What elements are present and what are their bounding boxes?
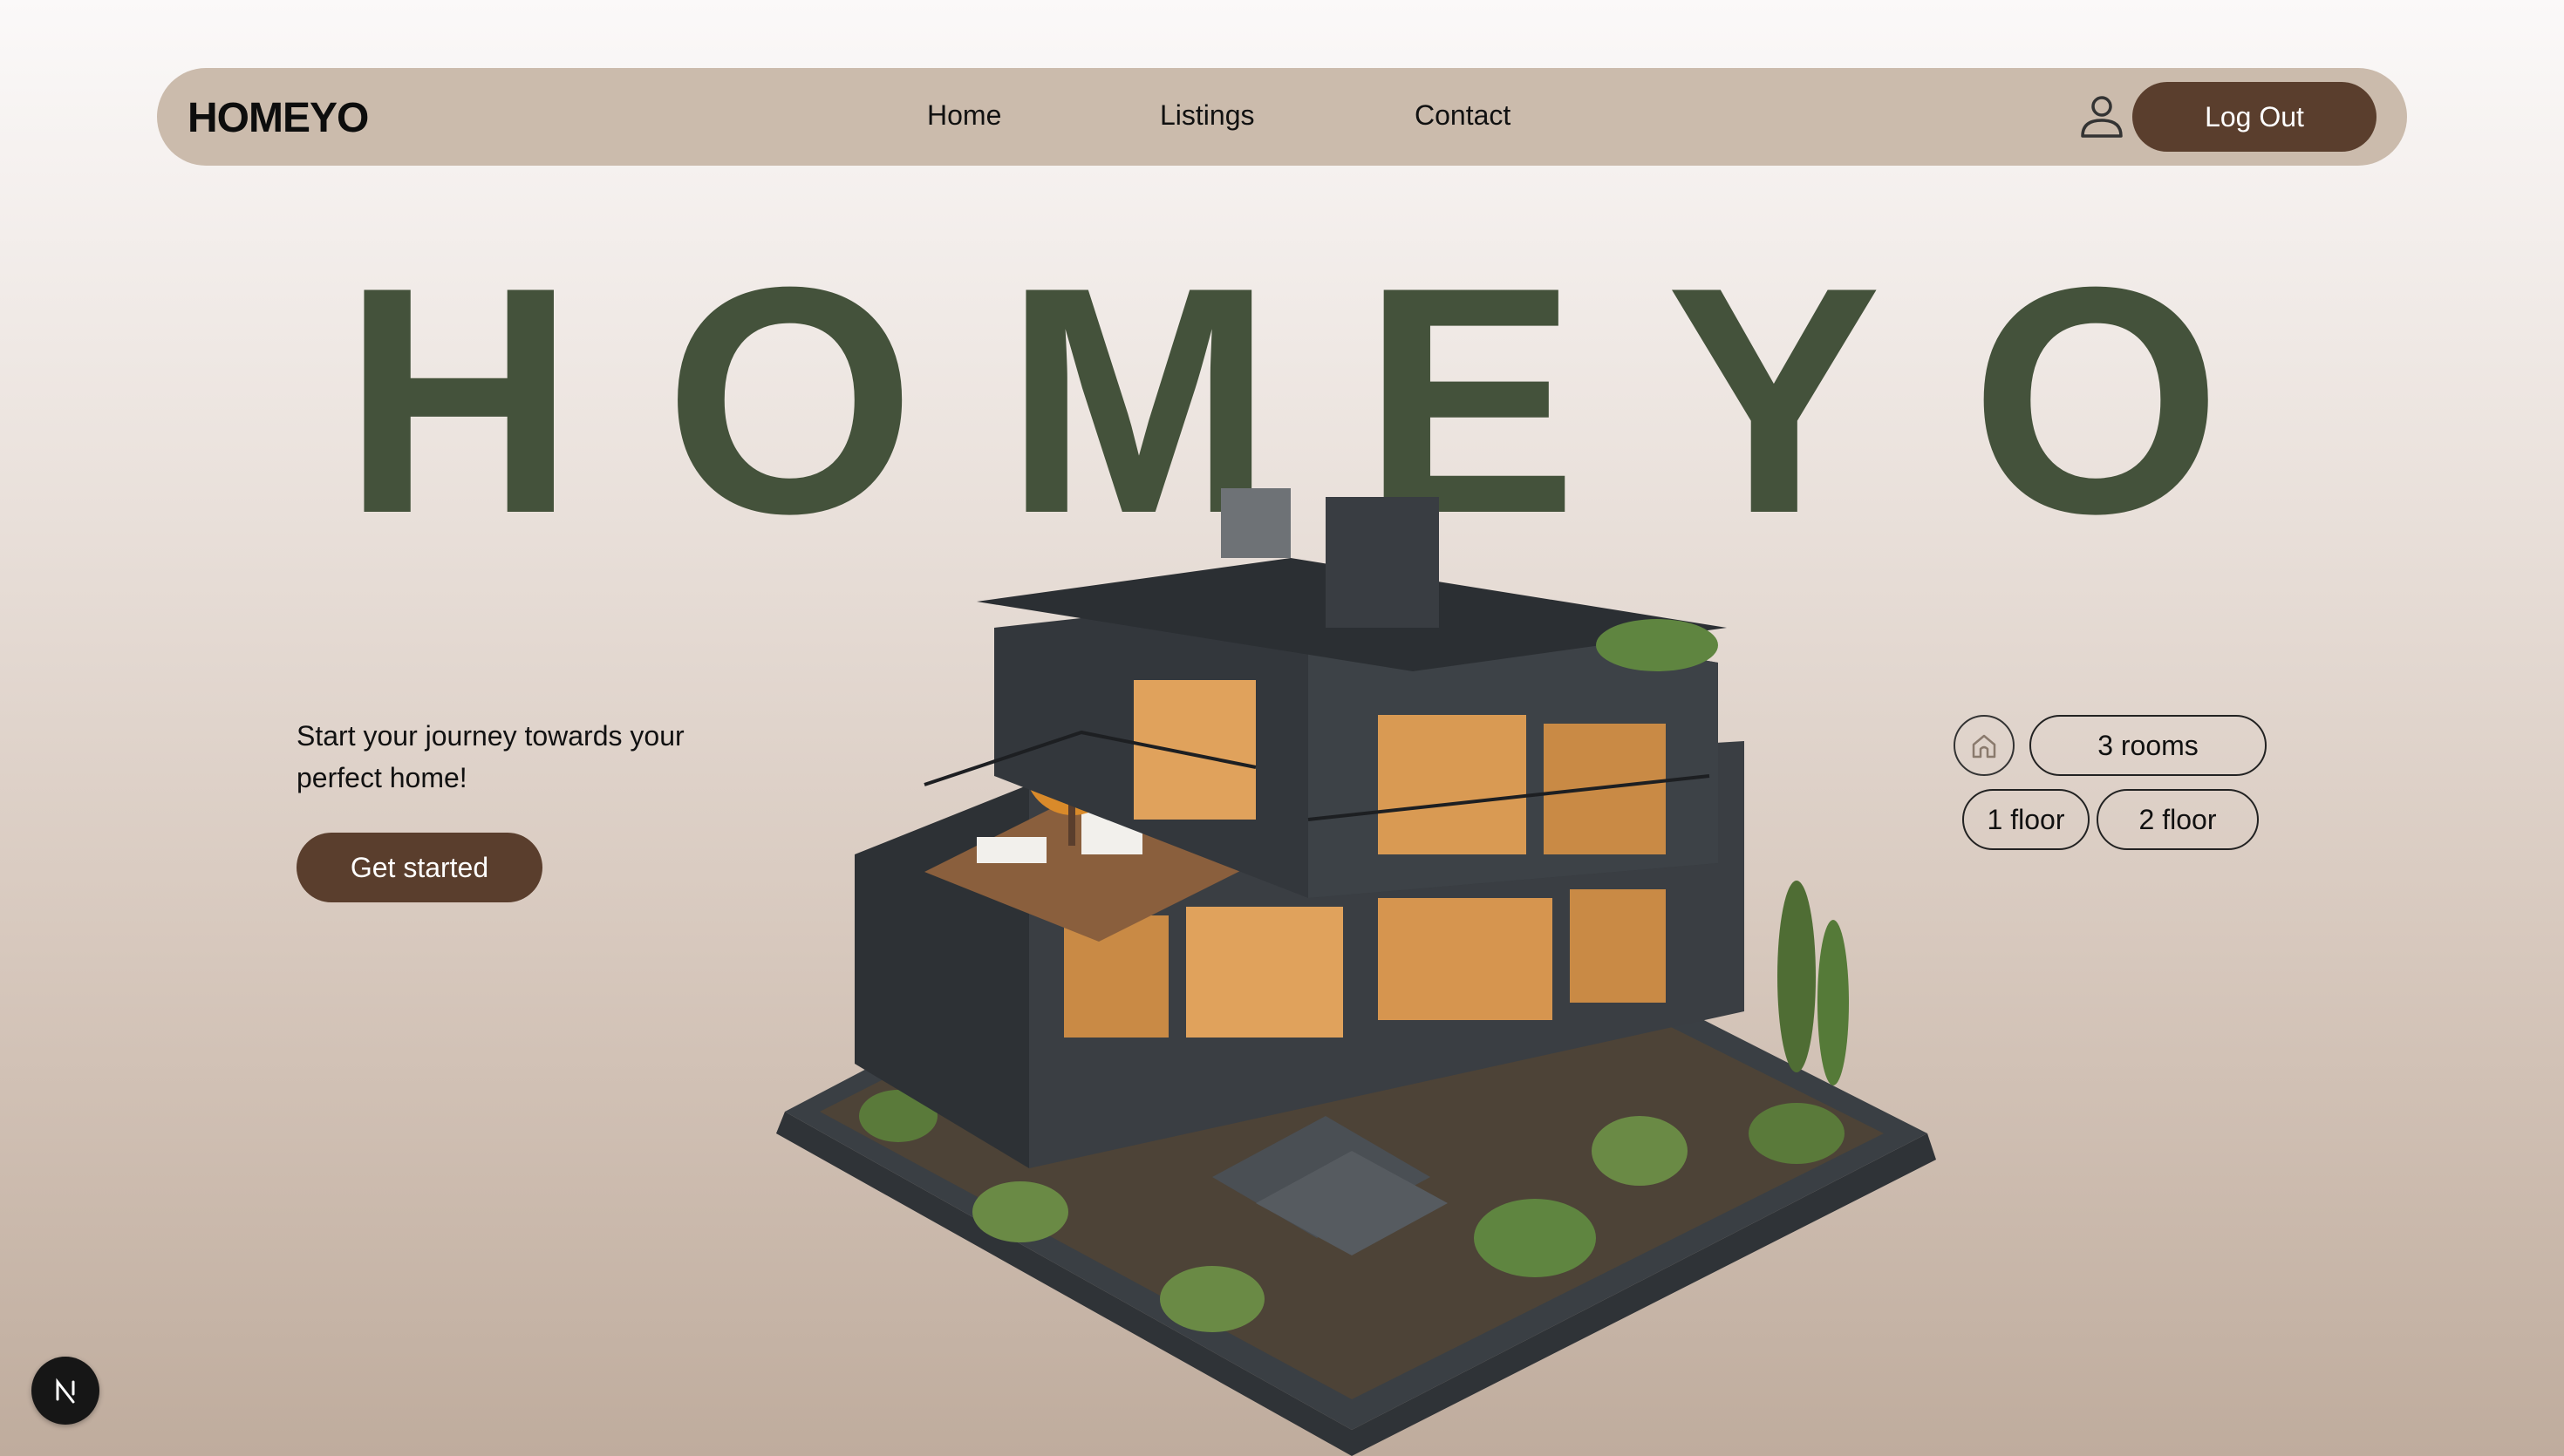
get-started-button[interactable]: Get started bbox=[297, 833, 542, 902]
nav-link-listings[interactable]: Listings bbox=[1160, 99, 1255, 132]
nav-link-contact[interactable]: Contact bbox=[1415, 99, 1510, 132]
hero-tagline: Start your journey towards your perfect … bbox=[297, 720, 685, 793]
chip-two-floor[interactable]: 2 floor bbox=[2097, 789, 2259, 850]
logo[interactable]: HOMEYO bbox=[188, 94, 369, 142]
home-chip[interactable] bbox=[1954, 715, 2015, 776]
logout-button[interactable]: Log Out bbox=[2132, 82, 2376, 152]
chip-one-floor[interactable]: 1 floor bbox=[1962, 789, 2090, 850]
dev-badge[interactable] bbox=[31, 1357, 99, 1425]
user-icon[interactable] bbox=[2076, 91, 2128, 143]
chip-rooms[interactable]: 3 rooms bbox=[2029, 715, 2267, 776]
nav-link-home[interactable]: Home bbox=[927, 99, 1001, 132]
home-icon bbox=[1972, 734, 1996, 759]
next-logo-icon bbox=[56, 1378, 75, 1404]
house-illustration bbox=[776, 488, 1936, 1456]
navbar: HOMEYO Home Listings Contact Log Out bbox=[157, 68, 2407, 166]
